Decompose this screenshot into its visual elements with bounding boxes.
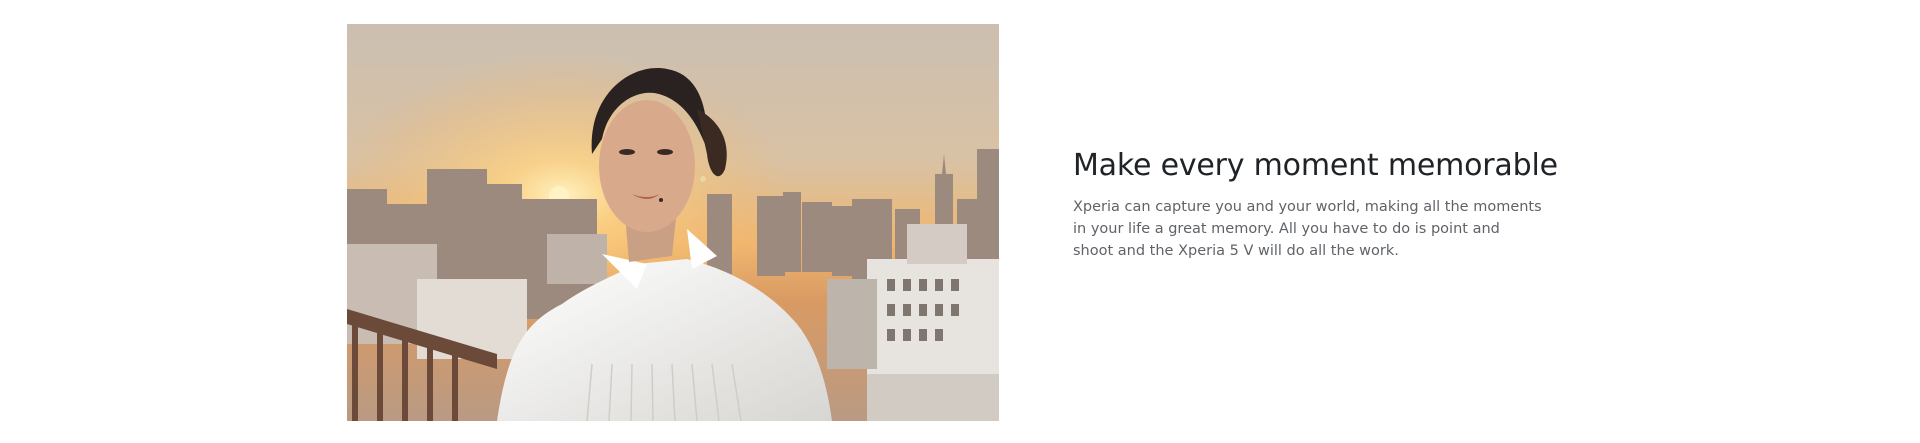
feature-description: Xperia can capture you and your world, m… [1073, 199, 1542, 259]
face [599, 100, 695, 232]
feature-photo [347, 24, 999, 421]
portrait-image [347, 24, 999, 421]
feature-headline: Make every moment memorable [1073, 148, 1558, 183]
feature-section: Make every moment memorable Xperia can c… [0, 0, 1920, 443]
feature-copy: Make every moment memorable Xperia can c… [1073, 146, 1558, 262]
